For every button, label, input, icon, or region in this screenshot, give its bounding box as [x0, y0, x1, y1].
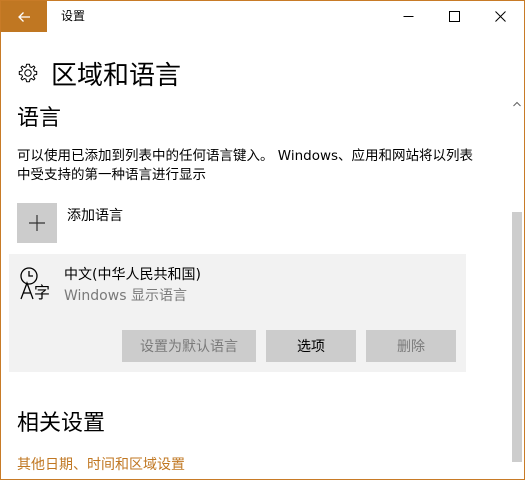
close-icon	[494, 11, 506, 22]
language-list-item[interactable]: 字 中文(中华人民共和国) Windows 显示语言 设置为默认语言 选项 删除	[9, 254, 466, 372]
add-language-button[interactable]: 添加语言	[17, 203, 123, 243]
scrollbar-thumb[interactable]	[512, 212, 522, 462]
page-header: 区域和语言	[17, 54, 181, 92]
remove-button[interactable]: 删除	[366, 330, 456, 362]
other-date-time-region-link[interactable]: 其他日期、时间和区域设置	[17, 454, 185, 474]
gear-icon	[18, 63, 38, 83]
language-icon: 字	[20, 267, 50, 302]
language-section-title: 语言	[17, 106, 62, 131]
page-title: 区域和语言	[51, 60, 182, 91]
maximize-button[interactable]	[431, 1, 477, 32]
options-button[interactable]: 选项	[266, 330, 356, 362]
chevron-up-icon	[513, 101, 521, 107]
add-box	[17, 203, 57, 243]
window-title: 设置	[61, 9, 86, 23]
language-subtitle: Windows 显示语言	[64, 288, 187, 304]
minimize-button[interactable]	[385, 1, 431, 32]
plus-icon	[29, 215, 45, 231]
related-settings-title: 相关设置	[17, 411, 106, 436]
svg-text:字: 字	[34, 283, 50, 302]
back-arrow-icon	[18, 11, 30, 22]
minimize-icon	[403, 16, 413, 17]
set-default-language-button[interactable]: 设置为默认语言	[122, 330, 256, 362]
scroll-up-button[interactable]	[510, 97, 524, 111]
settings-window: 设置 区域和语言 语言 可以使用已添加到列表中的任何语言键入。 Windows、…	[0, 0, 525, 480]
add-language-label: 添加语言	[67, 208, 123, 224]
maximize-icon	[448, 11, 460, 22]
language-description: 可以使用已添加到列表中的任何语言键入。 Windows、应用和网站将以列表中受支…	[17, 148, 474, 183]
close-button[interactable]	[477, 1, 523, 32]
back-button[interactable]	[1, 1, 47, 32]
title-bar: 设置	[1, 1, 524, 32]
language-name: 中文(中华人民共和国)	[64, 267, 201, 283]
